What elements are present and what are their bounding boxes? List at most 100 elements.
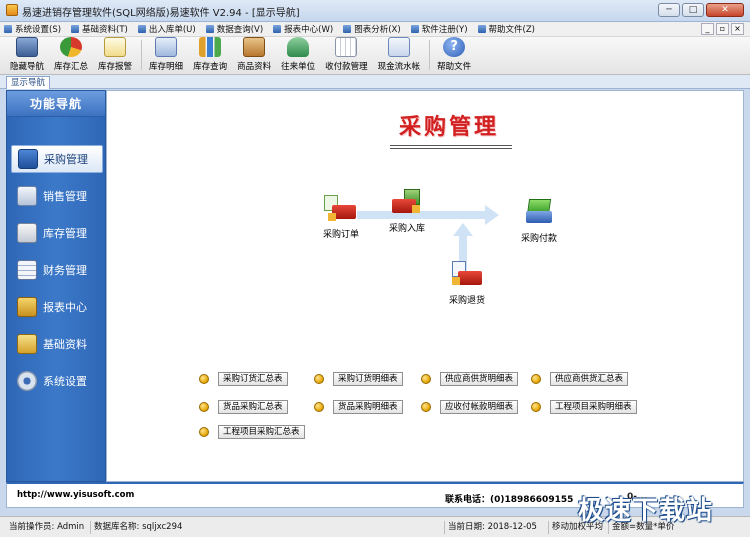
toolbar-label: 库存报警: [98, 62, 133, 72]
toolbar-label: 库存汇总: [54, 62, 89, 72]
menu-help-files[interactable]: 帮助文件(Z): [477, 23, 535, 35]
sidebar-item-label: 库存管理: [43, 227, 87, 240]
menu-label: 数据查询(V): [216, 25, 264, 35]
close-button[interactable]: ✕: [706, 3, 744, 17]
minimize-button[interactable]: ─: [658, 3, 680, 17]
sidebar-item-sales[interactable]: 销售管理: [11, 182, 103, 210]
pie-chart-icon: [60, 37, 83, 57]
sidebar-item-label: 系统设置: [43, 375, 87, 388]
basic-data-icon: [17, 334, 37, 354]
purchase-storage-truck-icon: [388, 189, 426, 219]
toolbar-hide-nav-button[interactable]: 隐藏导航: [6, 37, 48, 74]
bullet-icon: [421, 402, 431, 412]
website-link[interactable]: http://www.yisusoft.com: [17, 490, 134, 500]
side-nav-header: 功能导航: [7, 91, 105, 117]
bullet-icon: [314, 374, 324, 384]
menu-basic-data[interactable]: 基础资料(T): [71, 23, 128, 35]
toolbar-label: 现金流水帐: [377, 62, 421, 72]
menu-software-register[interactable]: 软件注册(Y): [410, 23, 468, 35]
report-supplier-supply-summary-button[interactable]: 供应商供货汇总表: [550, 372, 629, 386]
sidebar-item-system-settings[interactable]: 系统设置: [11, 367, 103, 395]
report-item: 采购订货明细表: [314, 372, 403, 386]
toolbar-label: 往来单位: [281, 62, 316, 72]
menu-stock-io[interactable]: 出入库单(U): [137, 23, 196, 35]
page-title: 采购管理: [399, 114, 500, 140]
truck-body-shape: [458, 271, 482, 285]
menu-icon: [410, 25, 419, 33]
sidebar-item-label: 销售管理: [43, 190, 87, 203]
report-purchase-order-summary-button[interactable]: 采购订货汇总表: [218, 372, 288, 386]
toolbar-label: 库存查询: [193, 62, 228, 72]
toolbar-stock-detail-button[interactable]: 库存明细: [145, 37, 187, 74]
flow-arrow-head: [453, 223, 473, 236]
report-purchase-order-detail-button[interactable]: 采购订货明细表: [333, 372, 403, 386]
bullet-icon: [531, 374, 541, 384]
toolbar-label: 库存明细: [149, 62, 184, 72]
menu-data-query[interactable]: 数据查询(V): [205, 23, 264, 35]
toolbar-contacts-button[interactable]: 往来单位: [277, 37, 319, 74]
report-accounts-detail-button[interactable]: 应收付帐款明细表: [440, 400, 519, 414]
menu-system-settings[interactable]: 系统设置(S): [4, 23, 61, 35]
contact-phone: 联系电话：(0)18986609155: [445, 495, 574, 505]
report-supplier-supply-detail-button[interactable]: 供应商供货明细表: [440, 372, 519, 386]
title-underline: [390, 148, 512, 149]
report-goods-purchase-summary-button[interactable]: 货品采购汇总表: [218, 400, 288, 414]
flow-node-purchase-return[interactable]: 采购退货: [437, 261, 497, 306]
sidebar-item-basic-data[interactable]: 基础资料: [11, 330, 103, 358]
contacts-icon: [287, 37, 310, 57]
flow-node-purchase-storage[interactable]: 采购入库: [377, 189, 437, 234]
maximize-button[interactable]: □: [682, 3, 704, 17]
toolbar-stock-summary-button[interactable]: 库存汇总: [50, 37, 92, 74]
menu-label: 基础资料(T): [82, 25, 128, 35]
window-title: 易速进销存管理软件(SQL网络版)易速软件 V2.94 - [显示导航]: [22, 8, 300, 19]
mdi-restore-button[interactable]: ▫: [716, 23, 729, 35]
sidebar-item-inventory[interactable]: 库存管理: [11, 219, 103, 247]
sidebar-item-label: 财务管理: [43, 264, 87, 277]
tab-show-navigation[interactable]: 显示导航: [6, 76, 51, 89]
toolbar-label: 收付款管理: [325, 62, 368, 72]
sidebar-item-report-center[interactable]: 报表中心: [11, 293, 103, 321]
report-item: 采购订货汇总表: [199, 372, 288, 386]
sidebar-item-purchase[interactable]: 采购管理: [11, 145, 103, 173]
menu-report-center[interactable]: 报表中心(W): [273, 23, 333, 35]
product-box-icon: [243, 37, 266, 57]
menu-label: 报表中心(W): [284, 25, 334, 35]
mdi-minimize-button[interactable]: _: [701, 23, 714, 35]
menu-icon: [205, 25, 214, 33]
toolbar-stock-alert-button[interactable]: 库存报警: [94, 37, 136, 74]
toolbar-help-button[interactable]: ? 帮助文件: [433, 37, 475, 74]
report-project-purchase-summary-button[interactable]: 工程项目采购汇总表: [218, 425, 305, 439]
report-item: 供应商供货明细表: [421, 372, 519, 386]
mdi-close-button[interactable]: ×: [731, 23, 744, 35]
cash-search-icon: [387, 37, 410, 57]
purchase-order-truck-icon: [322, 195, 360, 225]
bullet-icon: [531, 402, 541, 412]
menu-label: 帮助文件(Z): [488, 25, 535, 35]
toolbar-separator: [429, 40, 431, 70]
toolbar-cash-ledger-button[interactable]: 现金流水帐: [374, 37, 425, 74]
menu-label: 软件注册(Y): [421, 25, 468, 35]
toolbar-payments-button[interactable]: 收付款管理: [321, 37, 372, 74]
menu-bar: 系统设置(S) 基础资料(T) 出入库单(U) 数据查询(V) 报表中心(W) …: [0, 22, 750, 37]
toolbar-label: 帮助文件: [437, 62, 472, 72]
truck-cab-shape: [452, 277, 460, 285]
monitor-icon: [16, 37, 38, 57]
sidebar-item-label: 基础资料: [43, 338, 87, 351]
purchase-icon: [18, 149, 38, 169]
window-controls: ─ □ ✕: [658, 3, 744, 17]
menu-label: 出入库单(U): [148, 25, 196, 35]
menu-icon: [273, 25, 282, 33]
sidebar-item-finance[interactable]: 财务管理: [11, 256, 103, 284]
flow-node-purchase-order[interactable]: 采购订单: [311, 195, 371, 240]
report-goods-purchase-detail-button[interactable]: 货品采购明细表: [333, 400, 403, 414]
menu-chart-analysis[interactable]: 图表分析(X): [343, 23, 401, 35]
toolbar-product-info-button[interactable]: 商品资料: [233, 37, 275, 74]
app-icon: [6, 4, 18, 16]
toolbar-stock-query-button[interactable]: 库存查询: [189, 37, 231, 74]
bar-chart-icon: [199, 37, 222, 57]
main-panel: 采购管理 采购订单 采购入库 采购付款 采购退货 采购订货汇总表 采购订货明细表…: [106, 90, 744, 482]
flow-node-label: 采购入库: [388, 224, 425, 234]
report-project-purchase-detail-button[interactable]: 工程项目采购明细表: [550, 400, 637, 414]
flow-node-purchase-payment[interactable]: 采购付款: [509, 199, 569, 244]
sidebar-item-label: 采购管理: [44, 153, 88, 166]
